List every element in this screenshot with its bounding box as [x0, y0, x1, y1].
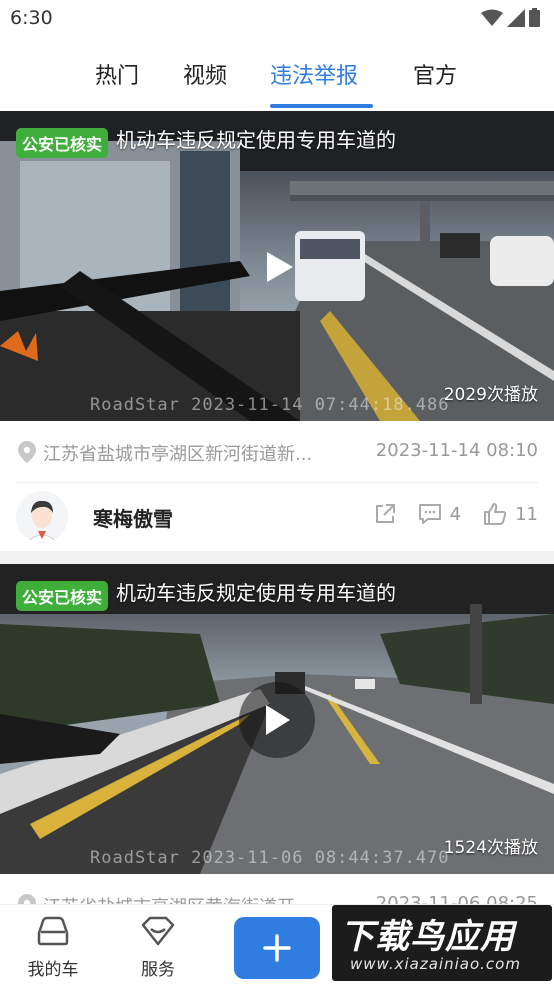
play-button[interactable]	[239, 682, 315, 758]
tab-video[interactable]: 视频	[183, 58, 227, 90]
site-watermark-title: 下载鸟应用	[340, 917, 515, 957]
nav-service[interactable]: 服务	[118, 915, 198, 980]
post-card: 公安已核实 机动车违反规定使用专用车道的 RoadStar 2023-11-06…	[0, 564, 554, 936]
author-row: 寒梅傲雪 4 11	[0, 483, 554, 551]
status-bar: 6:30	[0, 0, 554, 36]
plus-icon	[263, 934, 291, 962]
avatar[interactable]	[16, 491, 68, 543]
nav-service-label: 服务	[141, 960, 175, 980]
car-icon	[37, 916, 69, 946]
site-watermark: 下载鸟应用 www.xiazainiao.com	[332, 905, 552, 981]
dashcam-timestamp: RoadStar 2023-11-14 07:44:18.486	[90, 395, 450, 415]
location-text: 江苏省盐城市亭湖区新河街道新...	[43, 444, 313, 465]
like-count: 11	[515, 503, 538, 525]
post-actions: 4 11	[352, 503, 538, 525]
share-button[interactable]	[374, 503, 396, 525]
thumbs-up-icon	[484, 503, 507, 525]
service-icon	[141, 916, 175, 946]
verified-badge: 公安已核实	[16, 581, 109, 611]
wifi-icon	[481, 9, 503, 26]
location-pin-icon	[18, 441, 36, 463]
user-avatar-icon	[16, 491, 68, 543]
tab-violation-report[interactable]: 违法举报	[270, 58, 358, 90]
video-title: 机动车违反规定使用专用车道的	[116, 581, 396, 605]
nav-my-car-label: 我的车	[27, 960, 79, 980]
category-tabs: 热门 视频 违法举报 官方	[0, 50, 554, 110]
play-icon	[267, 252, 293, 282]
dashcam-timestamp: RoadStar 2023-11-06 08:44:37.470	[90, 848, 450, 868]
video-title: 机动车违反规定使用专用车道的	[116, 128, 396, 152]
tab-official[interactable]: 官方	[413, 58, 457, 90]
feed-list: 公安已核实 机动车违反规定使用专用车道的 RoadStar 2023-11-14…	[0, 111, 554, 936]
comment-count: 4	[449, 503, 462, 525]
site-watermark-url: www.xiazainiao.com	[350, 955, 521, 973]
status-time: 6:30	[10, 7, 53, 29]
post-card: 公安已核实 机动车违反规定使用专用车道的 RoadStar 2023-11-14…	[0, 111, 554, 551]
battery-icon	[529, 8, 540, 27]
comment-button[interactable]: 4	[418, 503, 461, 525]
video-thumbnail[interactable]: 公安已核实 机动车违反规定使用专用车道的 RoadStar 2023-11-14…	[0, 111, 554, 421]
author-name[interactable]: 寒梅傲雪	[93, 503, 173, 532]
post-time: 2023-11-14 08:10	[375, 440, 538, 461]
post-separator	[0, 551, 554, 564]
status-icons	[481, 8, 540, 27]
like-button[interactable]: 11	[483, 503, 538, 525]
verified-badge: 公安已核实	[16, 128, 109, 158]
play-count: 1524次播放	[443, 838, 538, 858]
share-icon	[375, 504, 395, 523]
signal-icon	[507, 8, 525, 27]
tab-hot[interactable]: 热门	[95, 58, 139, 90]
comment-icon	[418, 504, 441, 524]
add-report-button[interactable]	[234, 917, 320, 979]
video-thumbnail[interactable]: 公安已核实 机动车违反规定使用专用车道的 RoadStar 2023-11-06…	[0, 564, 554, 874]
play-button[interactable]	[242, 229, 318, 305]
play-icon	[266, 705, 290, 735]
play-count: 2029次播放	[443, 385, 538, 405]
active-tab-indicator	[270, 104, 373, 108]
location-row: 江苏省盐城市亭湖区新河街道新... 2023-11-14 08:10	[16, 421, 538, 483]
nav-my-car[interactable]: 我的车	[13, 915, 93, 980]
